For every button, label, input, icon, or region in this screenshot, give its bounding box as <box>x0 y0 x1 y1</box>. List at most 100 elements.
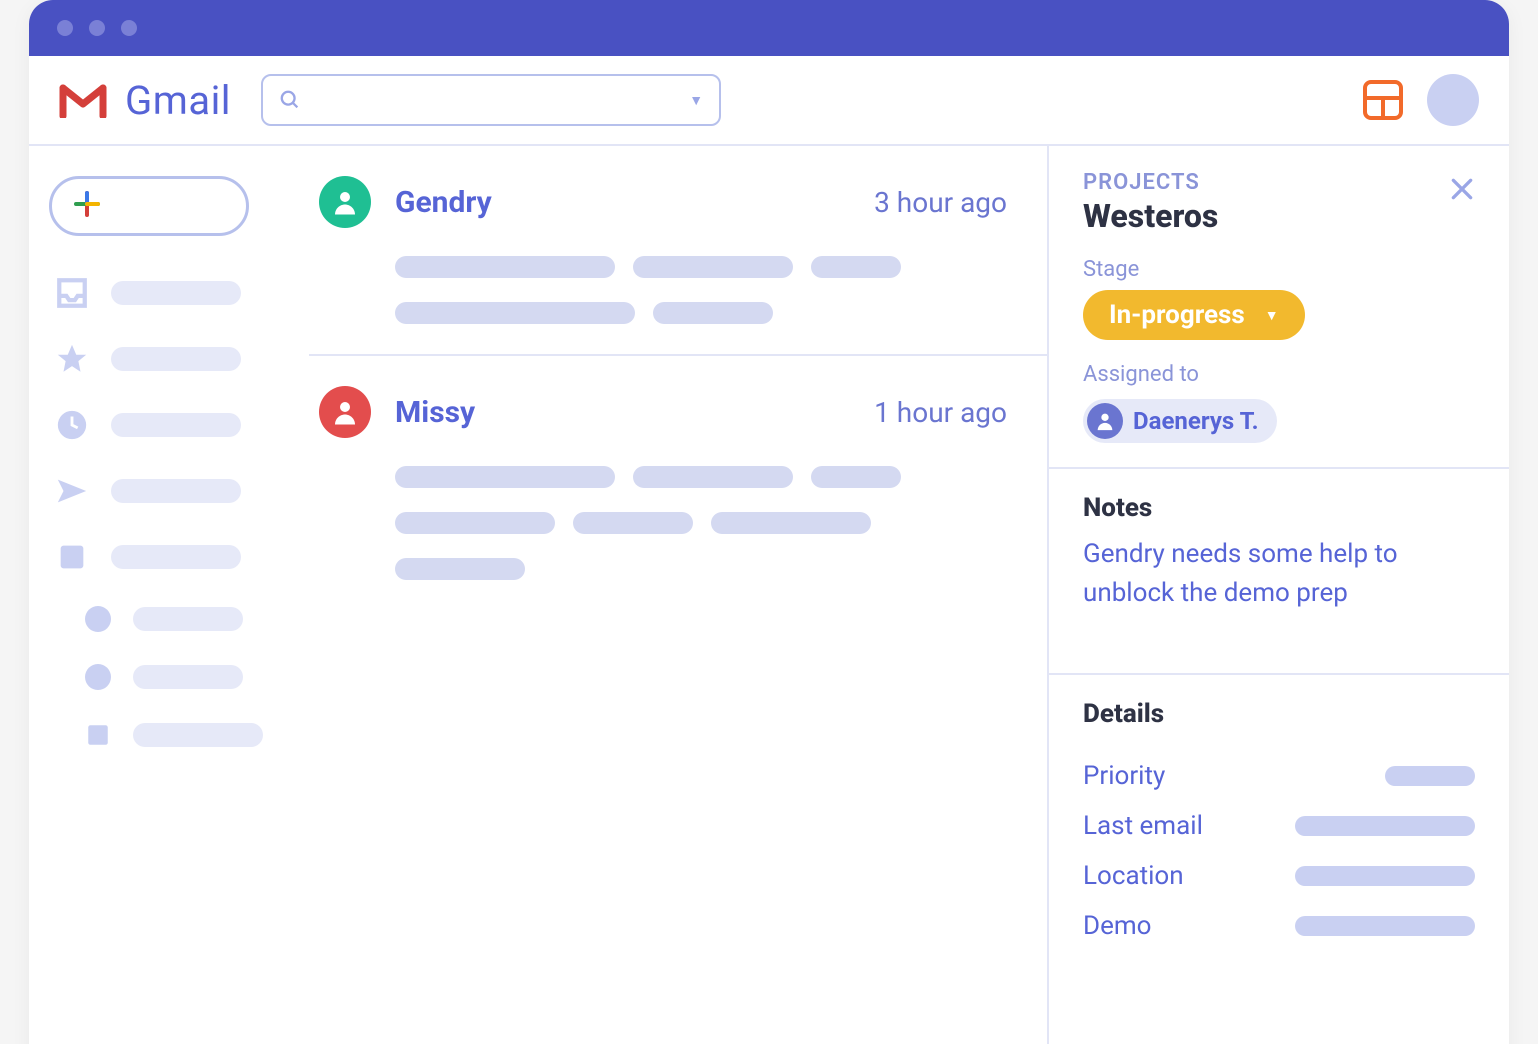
gmail-icon <box>59 82 107 118</box>
close-panel-button[interactable] <box>1449 170 1475 208</box>
clock-icon <box>55 408 89 442</box>
stage-value: In-progress <box>1109 300 1245 330</box>
nav-label-placeholder <box>111 479 241 503</box>
nav-list <box>49 276 288 748</box>
compose-button[interactable] <box>49 176 249 236</box>
email-list: Gendry 3 hour ago <box>309 146 1049 1044</box>
text-placeholder <box>633 466 793 488</box>
nav-drafts[interactable] <box>55 540 288 574</box>
app-name: Gmail <box>125 77 231 124</box>
apps-button[interactable] <box>1359 76 1407 124</box>
window-control-close[interactable] <box>57 20 73 36</box>
chevron-down-icon: ▼ <box>1265 307 1279 324</box>
side-panel: PROJECTS Westeros Stage In-progress ▼ As… <box>1049 146 1509 1044</box>
account-avatar[interactable] <box>1427 74 1479 126</box>
email-preview <box>319 256 1007 324</box>
grid-icon <box>1363 80 1403 120</box>
detail-row: Demo <box>1083 911 1475 941</box>
detail-label: Last email <box>1083 811 1203 841</box>
nav-snoozed[interactable] <box>55 408 288 442</box>
notes-text: Gendry needs some help to unblock the de… <box>1083 535 1475 613</box>
text-placeholder <box>395 558 525 580</box>
detail-value-placeholder <box>1295 916 1475 936</box>
nav-label-1[interactable] <box>55 606 288 632</box>
detail-row: Location <box>1083 861 1475 891</box>
detail-row: Priority <box>1083 761 1475 791</box>
text-placeholder <box>395 256 615 278</box>
search-box[interactable]: ▼ <box>261 74 721 126</box>
sender-name: Gendry <box>395 185 492 220</box>
dot-icon <box>85 664 111 690</box>
nav-label-placeholder <box>133 607 243 631</box>
panel-category: PROJECTS <box>1083 170 1218 195</box>
app-window: Gmail ▼ <box>29 0 1509 1044</box>
search-dropdown-caret[interactable]: ▼ <box>689 92 703 109</box>
main-area: Gendry 3 hour ago <box>29 146 1509 1044</box>
nav-label-placeholder <box>111 545 241 569</box>
star-icon <box>55 342 89 376</box>
close-icon <box>1449 176 1475 202</box>
nav-label-placeholder <box>133 723 263 747</box>
sidebar <box>29 146 309 1044</box>
text-placeholder <box>811 256 901 278</box>
email-item[interactable]: Gendry 3 hour ago <box>309 146 1047 356</box>
detail-label: Priority <box>1083 761 1165 791</box>
nav-label-placeholder <box>111 347 241 371</box>
nav-label-placeholder <box>111 413 241 437</box>
window-titlebar <box>29 0 1509 56</box>
detail-label: Demo <box>1083 911 1151 941</box>
square-icon <box>55 540 89 574</box>
dot-icon <box>85 606 111 632</box>
text-placeholder <box>395 466 615 488</box>
text-placeholder <box>711 512 871 534</box>
panel-title: Westeros <box>1083 197 1218 235</box>
assignee-chip[interactable]: Daenerys T. <box>1083 399 1277 443</box>
sender-name: Missy <box>395 395 475 430</box>
topbar: Gmail ▼ <box>29 56 1509 146</box>
send-icon <box>55 474 89 508</box>
nav-label-2[interactable] <box>55 664 288 690</box>
person-icon <box>330 397 360 427</box>
person-icon <box>1094 410 1116 432</box>
search-icon <box>279 89 301 111</box>
text-placeholder <box>633 256 793 278</box>
assignee-avatar <box>1087 403 1123 439</box>
email-header: Gendry 3 hour ago <box>319 176 1007 228</box>
text-placeholder <box>811 466 901 488</box>
detail-label: Location <box>1083 861 1184 891</box>
text-placeholder <box>573 512 693 534</box>
app-logo: Gmail <box>59 77 231 124</box>
details-heading: Details <box>1083 699 1475 729</box>
nav-starred[interactable] <box>55 342 288 376</box>
nav-label-placeholder <box>111 281 241 305</box>
inbox-icon <box>55 276 89 310</box>
detail-row: Last email <box>1083 811 1475 841</box>
detail-value-placeholder <box>1295 816 1475 836</box>
assigned-label: Assigned to <box>1083 362 1475 387</box>
notes-heading: Notes <box>1083 493 1475 523</box>
window-control-min[interactable] <box>89 20 105 36</box>
nav-sent[interactable] <box>55 474 288 508</box>
detail-value-placeholder <box>1385 766 1475 786</box>
sender-avatar <box>319 386 371 438</box>
assignee-name: Daenerys T. <box>1133 407 1259 435</box>
window-control-max[interactable] <box>121 20 137 36</box>
person-icon <box>330 187 360 217</box>
text-placeholder <box>395 302 635 324</box>
stage-dropdown[interactable]: In-progress ▼ <box>1083 290 1305 340</box>
text-placeholder <box>653 302 773 324</box>
email-item[interactable]: Missy 1 hour ago <box>309 356 1047 610</box>
email-time: 1 hour ago <box>874 396 1007 429</box>
detail-value-placeholder <box>1295 866 1475 886</box>
email-header: Missy 1 hour ago <box>319 386 1007 438</box>
search-input[interactable] <box>313 89 677 112</box>
plus-icon <box>74 190 100 222</box>
square-icon <box>85 722 111 748</box>
nav-inbox[interactable] <box>55 276 288 310</box>
sender-avatar <box>319 176 371 228</box>
nav-label-3[interactable] <box>55 722 288 748</box>
stage-label: Stage <box>1083 257 1475 282</box>
email-time: 3 hour ago <box>874 186 1007 219</box>
nav-label-placeholder <box>133 665 243 689</box>
email-preview <box>319 466 1007 580</box>
